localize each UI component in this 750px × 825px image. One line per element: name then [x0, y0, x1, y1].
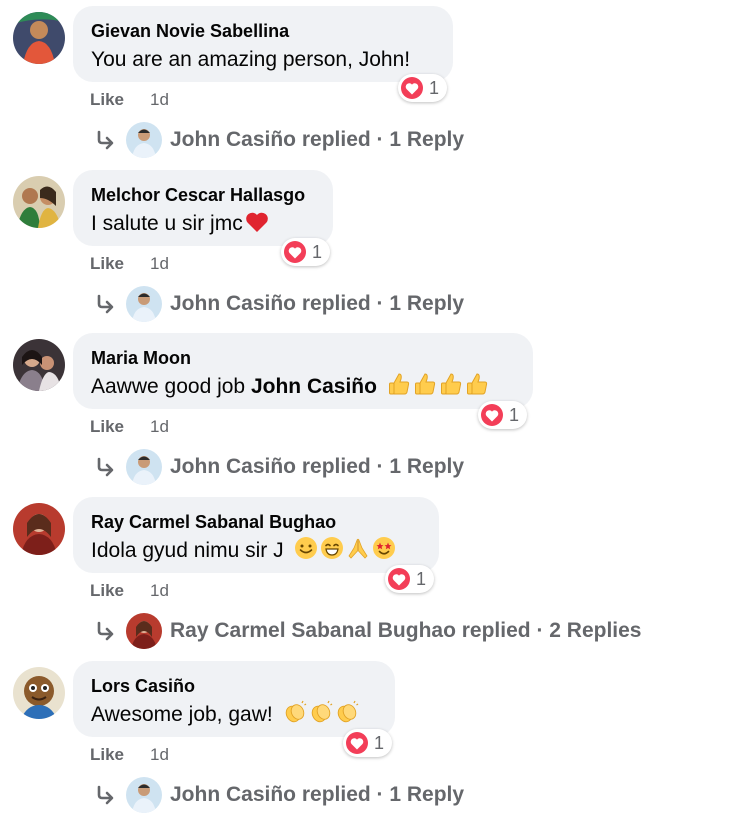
grinning-emoji	[320, 537, 343, 559]
avatar[interactable]	[13, 339, 65, 391]
comment: Melchor Cescar Hallasgo I salute u sir j…	[0, 170, 750, 334]
reaction-badge[interactable]: 1	[385, 565, 435, 593]
comment: Ray Carmel Sabanal Bughao Idola gyud nim…	[0, 497, 750, 661]
replier-avatar[interactable]	[126, 286, 162, 322]
view-replies-link[interactable]: John Casiño replied · 1 Reply	[94, 449, 464, 485]
comment-author[interactable]: Ray Carmel Sabanal Bughao	[91, 509, 423, 535]
replies-summary[interactable]: Ray Carmel Sabanal Bughao replied · 2 Re…	[170, 619, 642, 643]
smiling-emoji	[294, 537, 317, 559]
comment-author[interactable]: Maria Moon	[91, 345, 517, 371]
comment: Gievan Novie Sabellina You are an amazin…	[0, 6, 750, 170]
mention-link[interactable]: John Casiño	[251, 375, 377, 398]
timestamp[interactable]: 1d	[150, 581, 169, 601]
replier-avatar[interactable]	[126, 777, 162, 813]
reaction-badge[interactable]: 1	[281, 238, 331, 266]
replier-avatar[interactable]	[126, 613, 162, 649]
comment-actions: Like 1d	[90, 90, 169, 110]
reaction-count: 1	[416, 568, 427, 589]
comment-text: Awesome job, gaw!	[91, 699, 379, 731]
comment: Maria Moon Aawwe good job John Casiño 1 …	[0, 333, 750, 497]
like-button[interactable]: Like	[90, 90, 124, 110]
reply-arrow-icon	[97, 130, 114, 150]
comment-bubble: Lors Casiño Awesome job, gaw!	[73, 661, 395, 737]
like-button[interactable]: Like	[90, 581, 124, 601]
reaction-count: 1	[509, 404, 520, 425]
comment-bubble: Ray Carmel Sabanal Bughao Idola gyud nim…	[73, 497, 439, 573]
view-replies-link[interactable]: John Casiño replied · 1 Reply	[94, 122, 464, 158]
love-reaction-icon	[388, 568, 410, 590]
thumbs-up-emoji	[388, 373, 410, 395]
star-struck-emoji	[372, 537, 395, 559]
thumbs-up-emoji	[466, 373, 488, 395]
reaction-badge[interactable]: 1	[343, 729, 393, 757]
reaction-badge[interactable]: 1	[478, 401, 528, 429]
clapping-hands-emoji	[285, 700, 307, 723]
love-reaction-icon	[284, 241, 306, 263]
reaction-count: 1	[312, 241, 323, 262]
reaction-badge[interactable]: 1	[398, 74, 448, 102]
clapping-hands-emoji	[337, 700, 359, 723]
love-reaction-icon	[401, 77, 423, 99]
love-reaction-icon	[346, 732, 368, 754]
comment-text: I salute u sir jmc	[91, 208, 317, 240]
like-button[interactable]: Like	[90, 745, 124, 765]
comment-actions: Like 1d	[90, 417, 169, 437]
replies-summary[interactable]: John Casiño replied · 1 Reply	[170, 783, 464, 807]
love-reaction-icon	[481, 404, 503, 426]
emoji-group	[292, 537, 396, 562]
comment-text: Idola gyud nimu sir J	[91, 535, 423, 567]
reply-arrow-icon	[97, 457, 114, 477]
comment-author[interactable]: Lors Casiño	[91, 673, 379, 699]
avatar[interactable]	[13, 12, 65, 64]
reaction-count: 1	[374, 732, 385, 753]
like-button[interactable]: Like	[90, 417, 124, 437]
view-replies-link[interactable]: Ray Carmel Sabanal Bughao replied · 2 Re…	[94, 613, 642, 649]
comment-actions: Like 1d	[90, 581, 169, 601]
like-button[interactable]: Like	[90, 254, 124, 274]
reply-arrow-icon	[97, 785, 114, 805]
comment-actions: Like 1d	[90, 254, 169, 274]
thumbs-up-emoji	[414, 373, 436, 395]
comment-bubble: Gievan Novie Sabellina You are an amazin…	[73, 6, 453, 82]
timestamp[interactable]: 1d	[150, 254, 169, 274]
comment-author[interactable]: Melchor Cescar Hallasgo	[91, 182, 317, 208]
emoji-group	[385, 373, 489, 398]
reaction-count: 1	[429, 77, 440, 98]
clapping-hands-emoji	[311, 700, 333, 723]
timestamp[interactable]: 1d	[150, 417, 169, 437]
comment-text: You are an amazing person, John!	[91, 48, 411, 71]
view-replies-link[interactable]: John Casiño replied · 1 Reply	[94, 286, 464, 322]
timestamp[interactable]: 1d	[150, 90, 169, 110]
thumbs-up-emoji	[440, 373, 462, 395]
emoji-group	[281, 700, 359, 726]
folded-hands-emoji	[348, 538, 368, 559]
comment-author[interactable]: Gievan Novie Sabellina	[91, 18, 437, 44]
timestamp[interactable]: 1d	[150, 745, 169, 765]
avatar[interactable]	[13, 667, 65, 719]
comment-bubble: Maria Moon Aawwe good job John Casiño	[73, 333, 533, 409]
replies-summary[interactable]: John Casiño replied · 1 Reply	[170, 455, 464, 479]
red-heart-emoji	[245, 212, 268, 232]
comment-bubble: Melchor Cescar Hallasgo I salute u sir j…	[73, 170, 333, 246]
view-replies-link[interactable]: John Casiño replied · 1 Reply	[94, 777, 464, 813]
replier-avatar[interactable]	[126, 122, 162, 158]
avatar[interactable]	[13, 176, 65, 228]
comment-actions: Like 1d	[90, 745, 169, 765]
reply-arrow-icon	[97, 621, 114, 641]
comment: Lors Casiño Awesome job, gaw! 1 Like 1d …	[0, 661, 750, 825]
replier-avatar[interactable]	[126, 449, 162, 485]
replies-summary[interactable]: John Casiño replied · 1 Reply	[170, 292, 464, 316]
avatar[interactable]	[13, 503, 65, 555]
reply-arrow-icon	[97, 294, 114, 314]
comment-text: Aawwe good job John Casiño	[91, 371, 517, 403]
replies-summary[interactable]: John Casiño replied · 1 Reply	[170, 128, 464, 152]
